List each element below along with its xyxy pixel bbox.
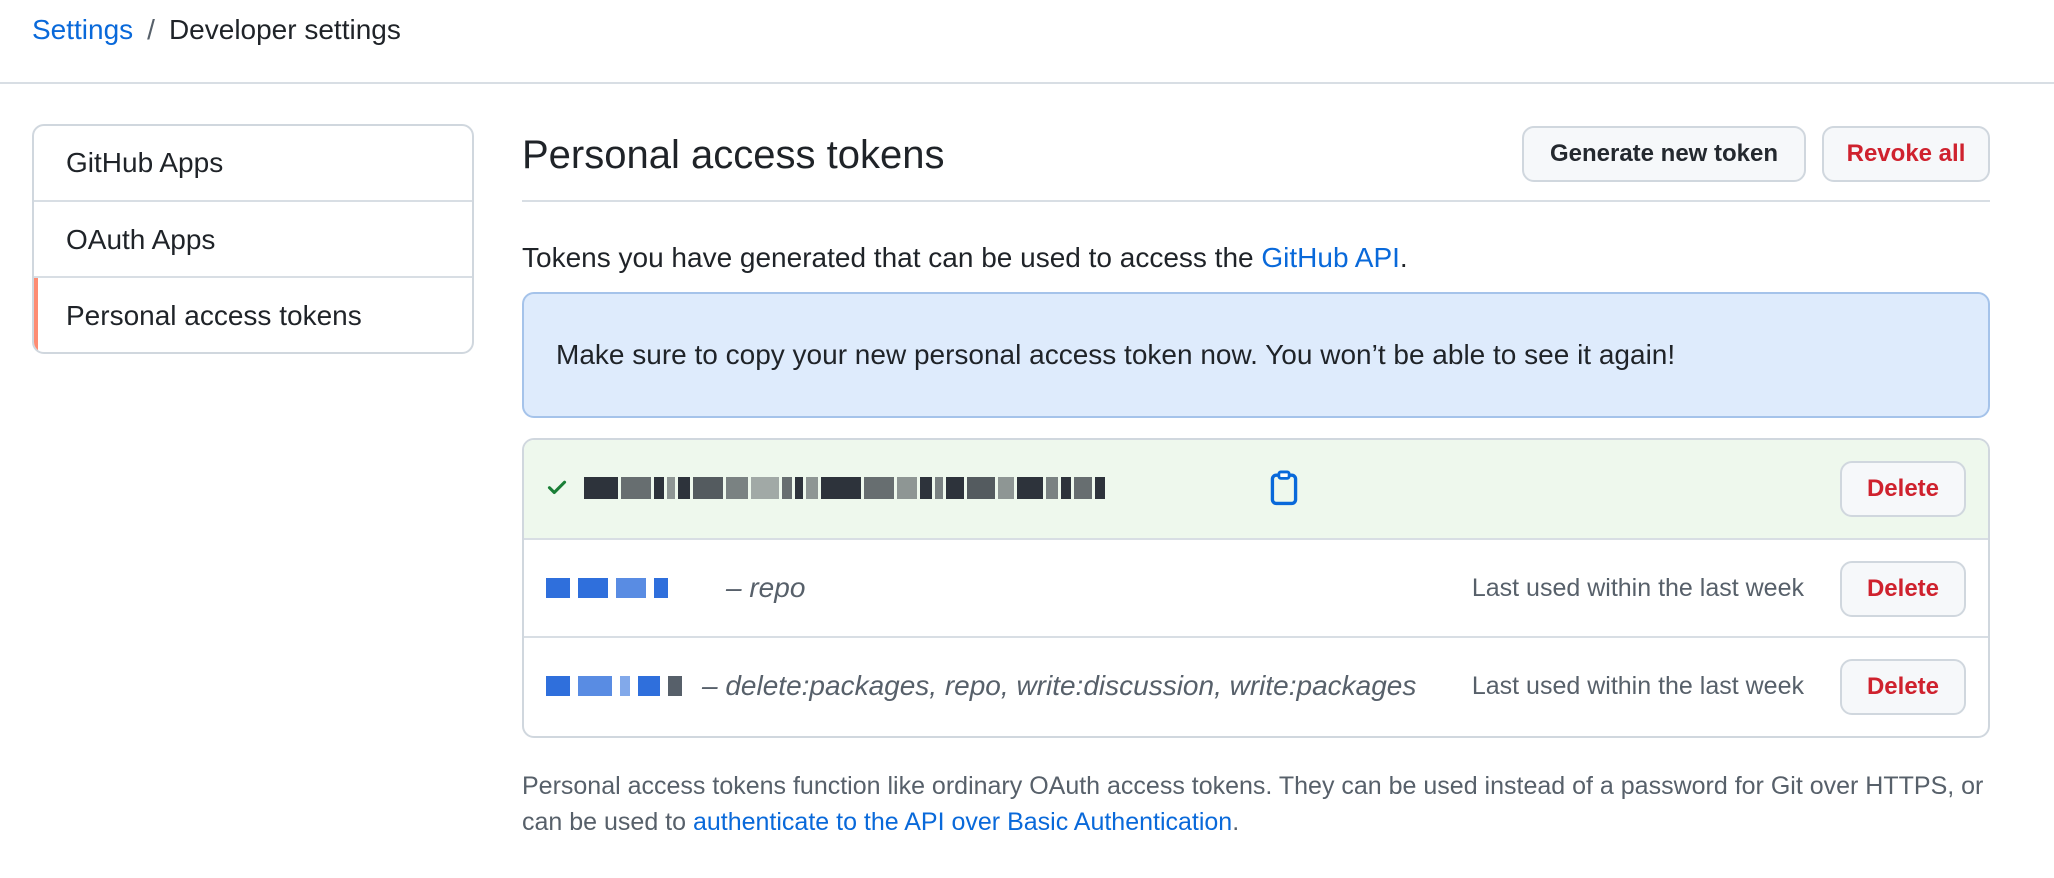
sidebar-item-github-apps[interactable]: GitHub Apps: [34, 126, 472, 200]
check-icon: [547, 480, 567, 495]
token-last-used: Last used within the last week: [1471, 574, 1804, 602]
token-scopes: – repo: [726, 572, 806, 603]
description-suffix: .: [1399, 242, 1408, 273]
basic-auth-link[interactable]: authenticate to the API over Basic Authe…: [693, 808, 1232, 836]
token-value-redacted: [584, 470, 1105, 506]
developer-settings-nav: GitHub Apps OAuth Apps Personal access t…: [32, 124, 474, 354]
token-footnote: Personal access tokens function like ord…: [522, 768, 1990, 840]
footnote-suffix: .: [1232, 808, 1240, 836]
breadcrumb-current: Developer settings: [168, 14, 401, 45]
breadcrumb: Settings / Developer settings: [32, 12, 401, 48]
new-token-row: Delete: [524, 440, 1988, 538]
copy-token-notice: Make sure to copy your new personal acce…: [522, 292, 1990, 418]
token-row: – delete:packages, repo, write:discussio…: [524, 636, 1988, 736]
github-api-link[interactable]: GitHub API: [1261, 242, 1400, 273]
delete-token-button[interactable]: Delete: [1840, 561, 1966, 617]
token-name-redacted[interactable]: [546, 578, 668, 598]
breadcrumb-settings-link[interactable]: Settings: [32, 14, 133, 45]
page-description: Tokens you have generated that can be us…: [522, 240, 1990, 276]
sidebar-item-personal-access-tokens[interactable]: Personal access tokens: [34, 276, 472, 352]
sidebar-item-oauth-apps[interactable]: OAuth Apps: [34, 200, 472, 276]
description-text: Tokens you have generated that can be us…: [522, 242, 1262, 273]
token-row: – repo Last used within the last week De…: [524, 538, 1988, 636]
delete-token-button[interactable]: Delete: [1840, 659, 1966, 715]
top-header: Settings / Developer settings: [0, 0, 2054, 84]
page-title: Personal access tokens: [522, 133, 945, 177]
main-content: Personal access tokens Generate new toke…: [522, 124, 1990, 840]
breadcrumb-separator: /: [147, 14, 155, 45]
token-list: Delete – repo Last used within the last …: [522, 438, 1990, 738]
revoke-all-button[interactable]: Revoke all: [1822, 126, 1990, 182]
page-heading: Personal access tokens Generate new toke…: [522, 124, 1990, 202]
generate-new-token-button[interactable]: Generate new token: [1522, 126, 1806, 182]
token-name-redacted[interactable]: [546, 676, 682, 696]
delete-token-button[interactable]: Delete: [1840, 461, 1966, 517]
token-last-used: Last used within the last week: [1471, 672, 1804, 700]
clipboard-icon[interactable]: [1268, 470, 1300, 506]
token-scopes: – delete:packages, repo, write:discussio…: [702, 670, 1417, 701]
